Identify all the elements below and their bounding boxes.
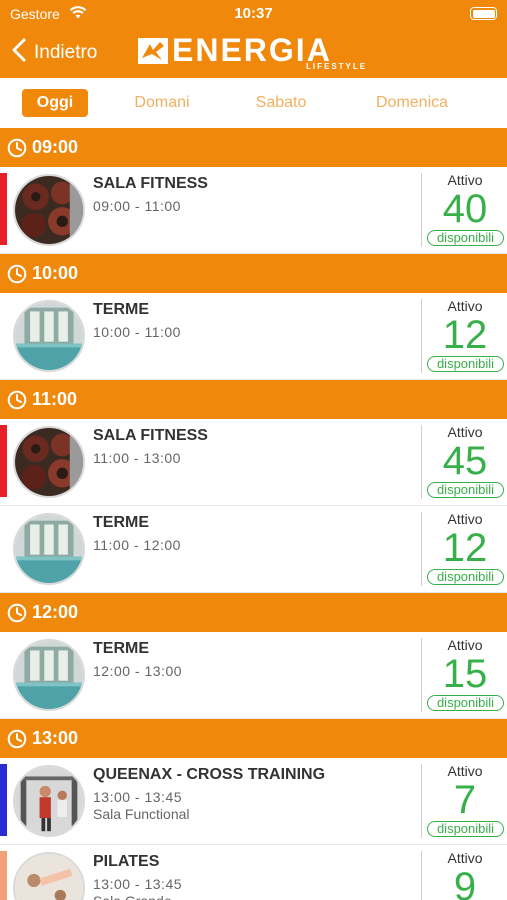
category-stripe <box>0 425 7 497</box>
time-section-header: 09:00 <box>0 128 507 167</box>
clock-icon <box>7 729 27 749</box>
class-time: 11:00 - 13:00 <box>93 450 181 466</box>
available-count: 12 <box>442 526 488 570</box>
time-section-header: 11:00 <box>0 380 507 419</box>
status-time: 10:37 <box>234 5 273 22</box>
logo-subtext: LIFESTYLE <box>306 62 368 71</box>
class-thumbnail <box>13 639 85 711</box>
class-time: 11:00 - 12:00 <box>93 537 181 553</box>
schedule-list: 09:00 SALA FITNESS 09:00 - 11:00 Attivo 40 di… <box>0 128 507 900</box>
class-title: TERME <box>93 640 149 657</box>
class-row[interactable]: PILATES13:00 - 13:45Sala GrandeAttivo9di… <box>0 845 507 900</box>
class-row[interactable]: QUEENAX - CROSS TRAINING 13:00 - 13:45 Sal… <box>0 758 507 845</box>
class-time: 13:00 - 13:45 <box>93 876 183 892</box>
clock-icon <box>7 138 27 158</box>
available-badge: disponibili <box>427 569 504 585</box>
tab-domenica[interactable]: Domenica <box>364 89 460 117</box>
status-label: Attivo <box>447 298 483 314</box>
available-badge: disponibili <box>427 695 504 711</box>
time-section-header: 13:00 <box>0 719 507 758</box>
back-button[interactable]: Indietro <box>12 36 97 70</box>
class-thumbnail <box>13 426 85 498</box>
category-stripe <box>0 173 7 245</box>
class-time: 13:00 - 13:45 <box>93 789 183 805</box>
back-label: Indietro <box>34 42 98 63</box>
section-time: 10:00 <box>32 263 79 283</box>
class-row[interactable]: TERME 10:00 - 11:00 Attivo 12 disponibili <box>0 293 507 380</box>
class-row[interactable]: SALA FITNESS 11:00 - 13:00 Attivo 45 disponi… <box>0 419 507 506</box>
class-room: Sala Functional <box>93 806 190 822</box>
available-badge: disponibili <box>427 230 504 246</box>
divider <box>421 638 422 712</box>
tab-oggi[interactable]: Oggi <box>22 89 88 117</box>
available-badge: disponibili <box>427 356 504 372</box>
status-label: Attivo <box>447 850 483 866</box>
class-row[interactable]: TERME 11:00 - 12:00 Attivo 12 disponibili <box>0 506 507 593</box>
status-label: Attivo <box>447 637 483 653</box>
battery-icon <box>470 7 497 20</box>
class-thumbnail <box>13 300 85 372</box>
available-count: 7 <box>453 778 477 822</box>
day-tabs: Oggi Domani Sabato Domenica <box>0 78 507 128</box>
class-time: 10:00 - 11:00 <box>93 324 181 340</box>
class-title: TERME <box>93 514 149 531</box>
available-count: 9 <box>453 865 477 900</box>
class-thumbnail <box>13 513 85 585</box>
class-title: PILATES <box>93 853 160 870</box>
energia-logo: ENERGIA LIFESTYLE <box>138 32 370 73</box>
divider <box>421 173 422 247</box>
class-title: SALA FITNESS <box>93 175 208 192</box>
class-title: TERME <box>93 301 149 318</box>
status-label: Attivo <box>447 511 483 527</box>
chevron-left-icon <box>12 38 26 68</box>
class-time: 09:00 - 11:00 <box>93 198 181 214</box>
section-time: 09:00 <box>32 137 79 157</box>
time-section-header: 10:00 <box>0 254 507 293</box>
category-stripe <box>0 851 7 900</box>
time-section-header: 12:00 <box>0 593 507 632</box>
status-label: Attivo <box>447 172 483 188</box>
available-badge: disponibili <box>427 821 504 837</box>
class-title: SALA FITNESS <box>93 427 208 444</box>
tab-domani[interactable]: Domani <box>122 89 202 117</box>
class-room: Sala Grande <box>93 893 172 900</box>
class-title: QUEENAX - CROSS TRAINING <box>93 766 326 783</box>
class-time: 12:00 - 13:00 <box>93 663 183 679</box>
section-time: 13:00 <box>32 728 79 748</box>
class-thumbnail <box>13 174 85 246</box>
clock-icon <box>7 390 27 410</box>
clock-icon <box>7 264 27 284</box>
status-bar: Gestore 10:37 <box>0 0 507 28</box>
category-stripe <box>0 764 7 836</box>
available-count: 45 <box>442 439 488 483</box>
available-count: 40 <box>442 187 488 231</box>
nav-bar: Indietro ENERGIA LIFESTYLE <box>0 28 507 78</box>
divider <box>421 425 422 499</box>
status-label: Attivo <box>447 424 483 440</box>
section-time: 11:00 <box>32 389 78 409</box>
logo-mark-icon <box>138 38 168 64</box>
class-row[interactable]: TERME 12:00 - 13:00 Attivo 15 disponibili <box>0 632 507 719</box>
class-thumbnail <box>13 852 85 900</box>
available-count: 15 <box>442 652 488 696</box>
divider <box>421 512 422 586</box>
class-row[interactable]: SALA FITNESS 09:00 - 11:00 Attivo 40 disponi… <box>0 167 507 254</box>
available-count: 12 <box>442 313 488 357</box>
divider <box>421 851 422 900</box>
divider <box>421 299 422 373</box>
divider <box>421 764 422 838</box>
status-label: Attivo <box>447 763 483 779</box>
tab-sabato[interactable]: Sabato <box>242 89 320 117</box>
class-thumbnail <box>13 765 85 837</box>
clock-icon <box>7 603 27 623</box>
section-time: 12:00 <box>32 602 79 622</box>
available-badge: disponibili <box>427 482 504 498</box>
